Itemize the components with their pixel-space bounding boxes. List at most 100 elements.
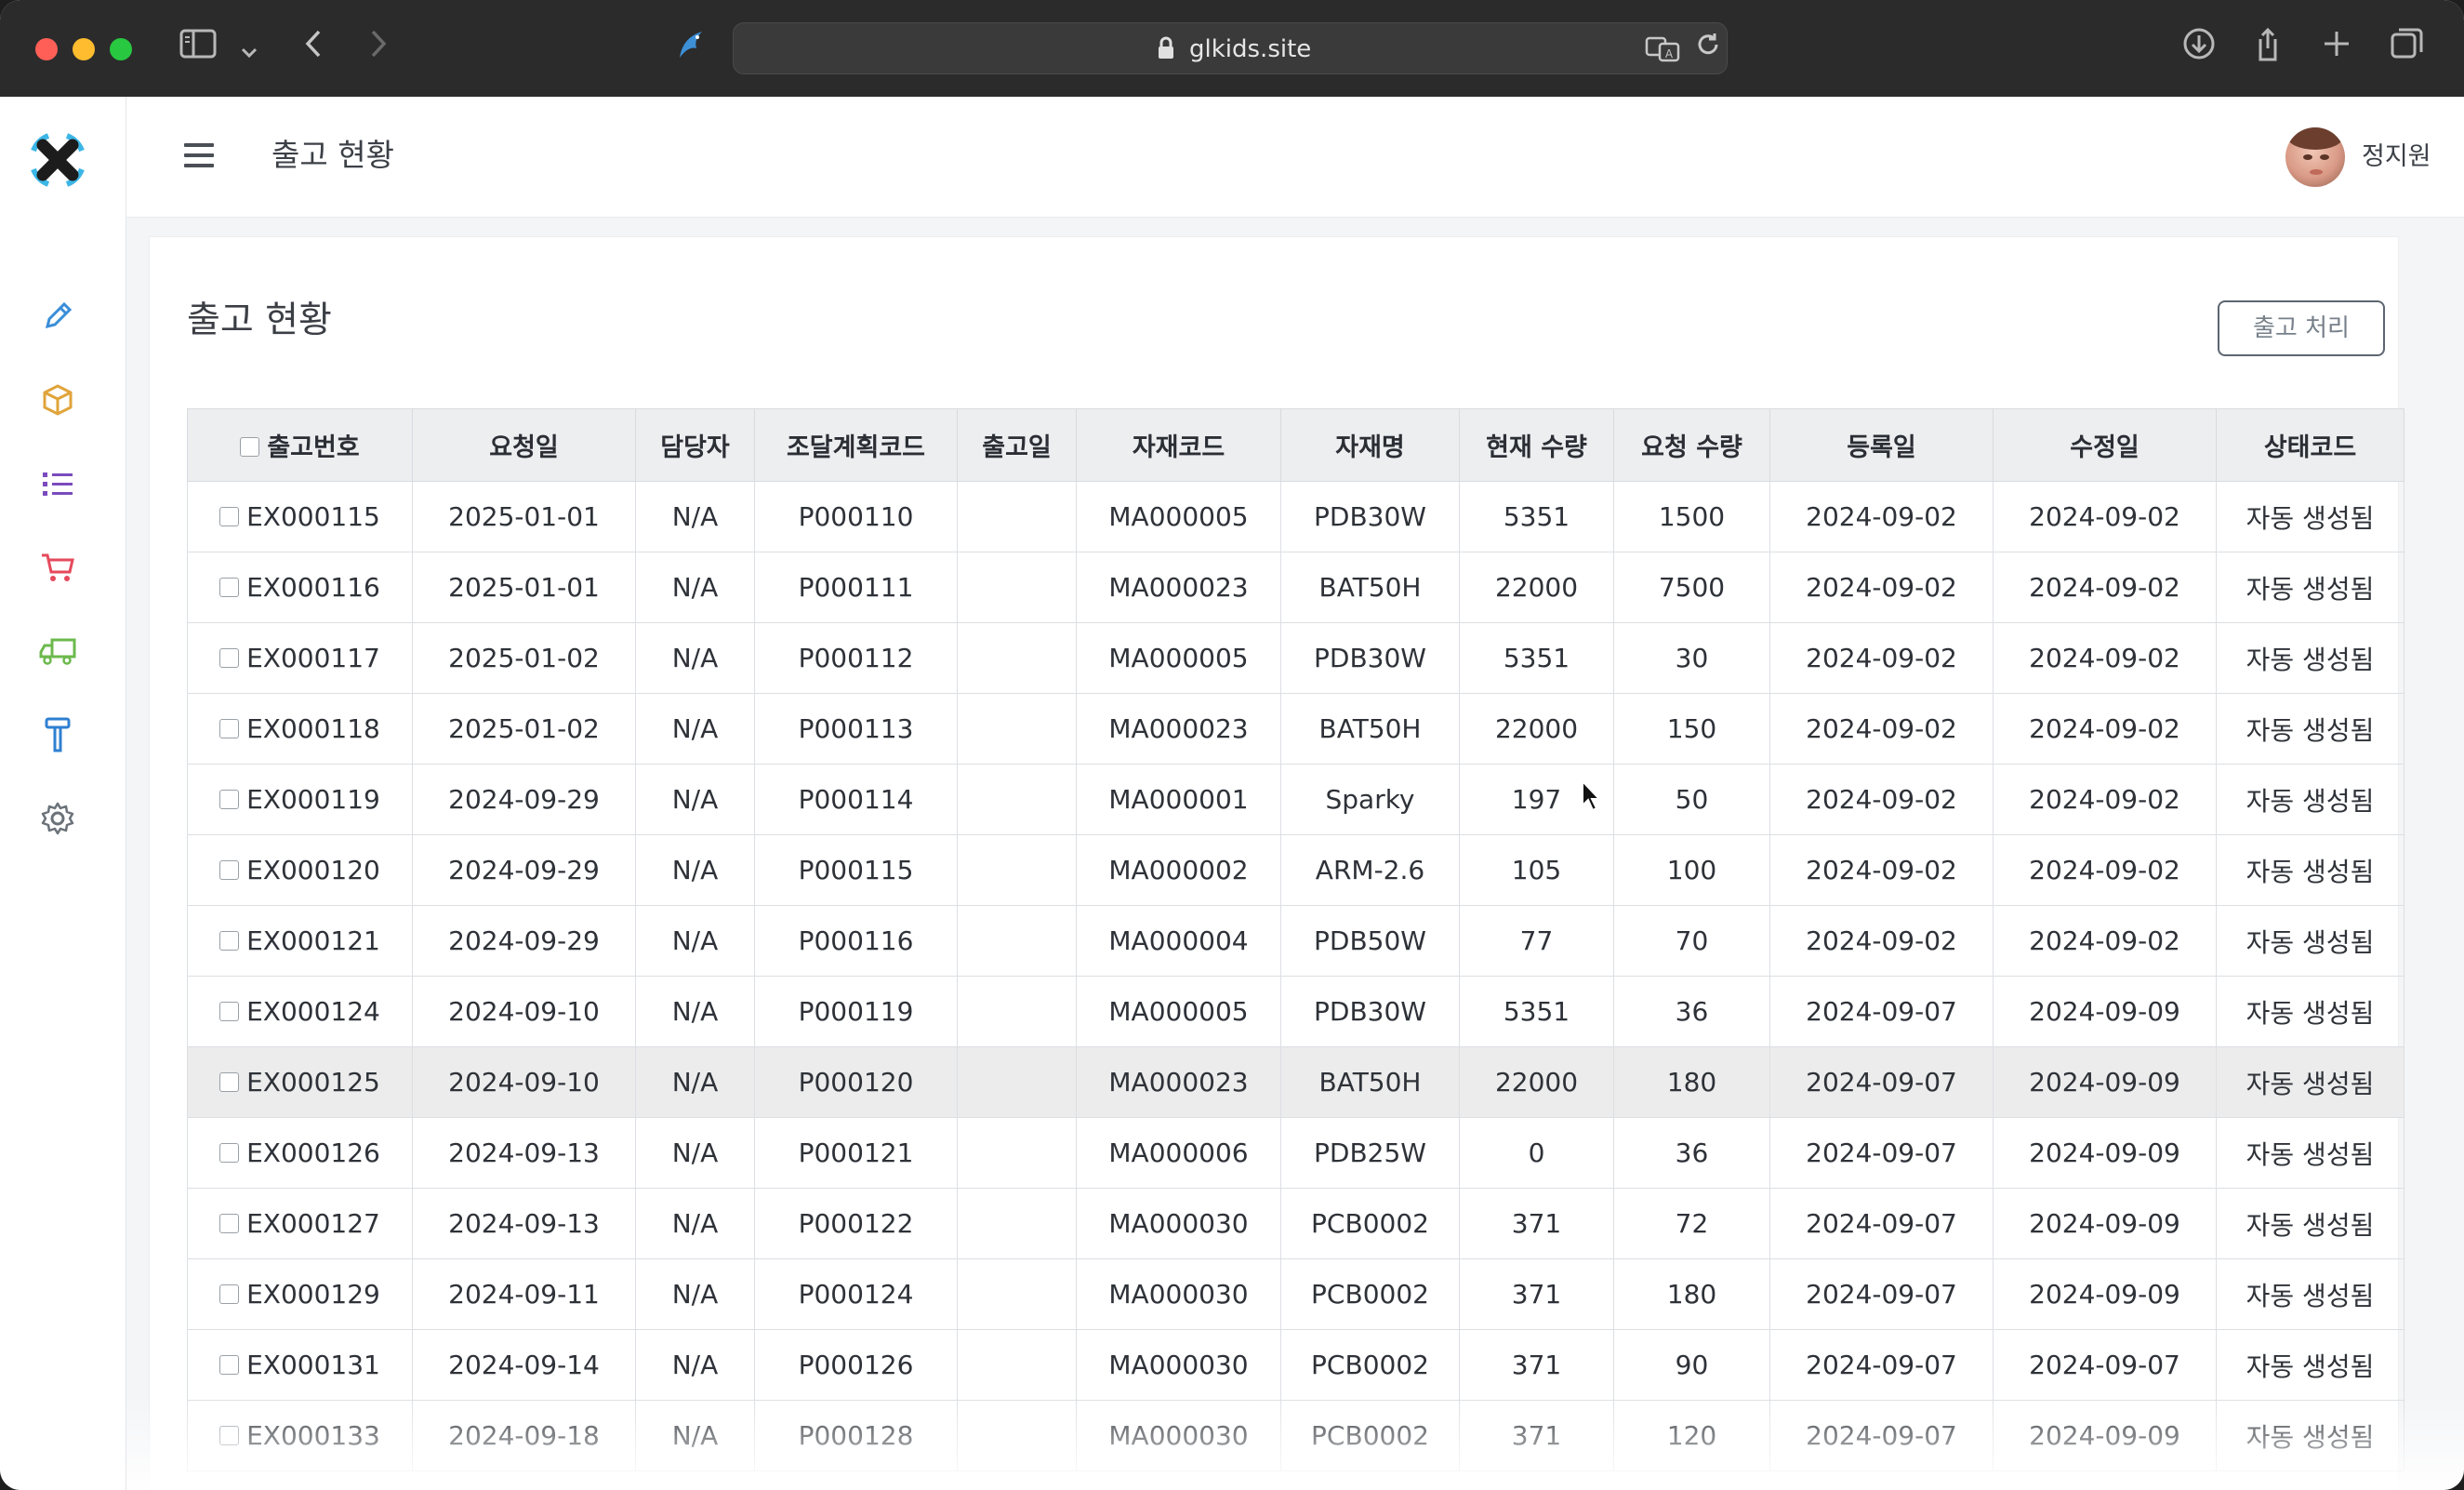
table-row[interactable]: EX000117 2025-01-02 N/A P000112 MA000005 PDB3… [187,622,2404,694]
box-icon[interactable] [37,379,78,420]
table-row[interactable]: EX000125 2024-09-10 N/A P000120 MA000023 BAT5… [187,1046,2404,1118]
cell-value: P000128 [798,1420,914,1451]
cell-value: 2024-09-07 [1806,996,1957,1027]
column-header-5[interactable]: 자재코드 [1076,408,1281,482]
table-cell: PDB30W [1280,622,1460,694]
table-cell: 5351 [1459,622,1614,694]
cell-value: 자동 생성됨 [2245,644,2375,675]
table-cell: 2024-09-02 [1993,693,2217,765]
translate-icon[interactable]: A [1645,34,1682,64]
table-row[interactable]: EX000121 2024-09-29 N/A P000116 MA000004 PDB5… [187,905,2404,977]
cell-value: MA000030 [1108,1350,1249,1380]
reload-icon[interactable] [1691,31,1725,68]
table-row[interactable]: EX000118 2025-01-02 N/A P000113 MA000023 BAT5… [187,693,2404,765]
cell-value: N/A [671,855,719,885]
download-icon[interactable] [2176,26,2222,73]
sidebar-toggle-icon[interactable] [175,26,221,73]
column-header-10[interactable]: 수정일 [1993,408,2217,482]
table-row[interactable]: EX000124 2024-09-10 N/A P000119 MA000005 PDB3… [187,976,2404,1047]
table-cell: Sparky [1280,764,1460,835]
forward-icon[interactable] [355,26,402,73]
table-cell: N/A [635,481,755,552]
cell-value: MA000002 [1108,855,1249,885]
column-header-0[interactable]: 출고번호 [187,408,413,482]
table-cell: MA000030 [1076,1188,1281,1259]
list-icon[interactable] [37,463,78,504]
row-checkbox[interactable] [219,1425,240,1445]
cell-value: 180 [1666,1067,1717,1098]
table-row[interactable]: EX000116 2025-01-01 N/A P000111 MA000023 BAT5… [187,552,2404,623]
chevron-down-icon[interactable] [232,26,266,73]
app-logo[interactable] [20,123,95,197]
column-header-8[interactable]: 요청 수량 [1613,408,1770,482]
hammer-icon[interactable] [37,714,78,755]
close-window-button[interactable] [35,38,58,60]
table-cell: P000124 [754,1258,958,1330]
cell-value: P000121 [798,1137,914,1168]
row-checkbox[interactable] [219,1284,240,1304]
zoom-window-button[interactable] [110,38,132,60]
table-row[interactable]: EX000126 2024-09-13 N/A P000121 MA000006 PDB2… [187,1117,2404,1189]
column-header-6[interactable]: 자재명 [1280,408,1460,482]
column-header-11[interactable]: 상태코드 [2216,408,2404,482]
row-checkbox[interactable] [219,1213,240,1233]
table-cell: 자동 생성됨 [2216,1046,2404,1118]
table-cell: 2024-09-29 [412,764,636,835]
table-cell: 150 [1613,693,1770,765]
cart-icon[interactable] [37,547,78,588]
table-row[interactable]: EX000127 2024-09-13 N/A P000122 MA000030 PCB0… [187,1188,2404,1259]
back-icon[interactable] [290,26,337,73]
column-header-2[interactable]: 담당자 [635,408,755,482]
cell-value: MA000005 [1108,996,1249,1027]
process-shipment-button[interactable]: 출고 처리 [2218,300,2385,356]
table-row[interactable]: EX000133 2024-09-18 N/A P000128 MA000030 PCB0… [187,1400,2404,1471]
cell-value: EX000116 [246,572,380,603]
row-checkbox[interactable] [219,1001,240,1021]
cell-value: 2024-09-02 [1806,784,1957,815]
cell-value: N/A [671,996,719,1027]
address-bar[interactable]: glkids.site A [733,22,1728,74]
row-checkbox[interactable] [219,789,240,809]
column-header-label: 등록일 [1847,433,1916,462]
select-all-checkbox[interactable] [240,437,260,457]
row-checkbox[interactable] [219,1142,240,1163]
row-checkbox[interactable] [219,1071,240,1092]
row-checkbox[interactable] [219,647,240,668]
table-row[interactable]: EX000120 2024-09-29 N/A P000115 MA000002 ARM-… [187,834,2404,906]
table-cell: 70 [1613,905,1770,977]
truck-icon[interactable] [37,631,78,672]
bird-icon[interactable] [668,26,714,73]
column-header-7[interactable]: 현재 수량 [1459,408,1614,482]
cell-value: PDB30W [1314,996,1426,1027]
row-checkbox[interactable] [219,506,240,526]
table-cell: MA000030 [1076,1400,1281,1471]
menu-icon[interactable] [184,143,214,167]
table-cell: 180 [1613,1046,1770,1118]
new-tab-icon[interactable] [2313,26,2360,73]
table-row[interactable]: EX000115 2025-01-01 N/A P000110 MA000005 PDB3… [187,481,2404,552]
user-name[interactable]: 정지원 [2362,138,2431,177]
column-header-1[interactable]: 요청일 [412,408,636,482]
cell-value: 100 [1666,855,1717,885]
avatar[interactable] [2285,127,2345,187]
tabs-overview-icon[interactable] [2384,26,2431,73]
table-row[interactable]: EX000131 2024-09-14 N/A P000126 MA000030 PCB0… [187,1329,2404,1401]
row-checkbox[interactable] [219,577,240,597]
pencil-icon[interactable] [37,296,78,337]
row-checkbox[interactable] [219,859,240,880]
column-header-9[interactable]: 등록일 [1769,408,1994,482]
column-header-4[interactable]: 출고일 [957,408,1077,482]
cell-value: 자동 생성됨 [2245,1138,2375,1170]
table-row[interactable]: EX000119 2024-09-29 N/A P000114 MA000001 Spar… [187,764,2404,835]
column-header-label: 출고번호 [267,433,360,462]
row-checkbox[interactable] [219,1354,240,1375]
row-checkbox[interactable] [219,930,240,951]
gear-icon[interactable] [37,798,78,839]
cell-value: 자동 생성됨 [2245,926,2375,958]
minimize-window-button[interactable] [73,38,95,60]
cell-value: 2024-09-14 [448,1350,600,1380]
column-header-3[interactable]: 조달계획코드 [754,408,958,482]
table-row[interactable]: EX000129 2024-09-11 N/A P000124 MA000030 PCB0… [187,1258,2404,1330]
share-icon[interactable] [2245,26,2291,73]
row-checkbox[interactable] [219,718,240,738]
